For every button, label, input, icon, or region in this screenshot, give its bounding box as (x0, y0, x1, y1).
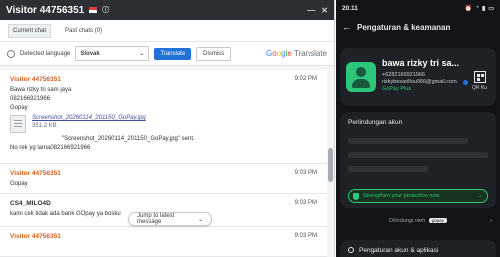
strengthen-protection-button[interactable]: Strengthen your protection now → (348, 189, 488, 203)
message-time: 9:03 PM (294, 233, 317, 239)
message-text: Bawa rizky tri sam jaya (10, 87, 72, 93)
dismiss-button[interactable]: Dismiss (196, 46, 232, 61)
language-select[interactable]: Slovak ⌄ (75, 46, 150, 61)
attachment-name[interactable]: Screenshot_20260114_201150_GoPay.jpg (32, 115, 146, 121)
profile-tier: GoPay Plus (382, 86, 412, 92)
strengthen-label: Strengthen your protection now (363, 193, 440, 199)
settings-row-label: Pengaturan akun & aplikasi (359, 246, 439, 254)
message-item: Visitor 44756351 9:03 PM (0, 227, 327, 257)
message-sender: CS4_MILO4D (10, 199, 51, 207)
screen-title: Pengaturan & keamanan (357, 22, 451, 32)
qr-code-icon[interactable] (474, 71, 486, 83)
powered-by-label: Dilindungi oleh (389, 218, 426, 224)
message-sender: Visitor 44756351 (10, 75, 61, 83)
message-sender: Visitor 44756351 (10, 169, 61, 177)
profile-card[interactable]: bawa rizky tri sa... +6282166921966 rizk… (340, 48, 496, 106)
message-text: 082166921966 (10, 96, 51, 102)
file-icon (10, 115, 26, 133)
back-arrow-icon[interactable]: ← (342, 22, 351, 32)
powered-by: Dilindungi oleh gopay › (336, 218, 500, 224)
message-time: 9:03 PM (294, 200, 317, 206)
chat-header: Visitor 44756351 ⓘ — ✕ (0, 0, 334, 20)
flag-icon (89, 7, 98, 13)
settings-row[interactable]: Pengaturan akun & aplikasi (340, 240, 496, 257)
close-icon[interactable]: ✕ (321, 6, 328, 15)
chevron-down-icon: ⌄ (197, 216, 203, 223)
message-text: Gopay (10, 105, 28, 111)
translate-bar: Detected language Slovak ⌄ Translate Dis… (0, 42, 334, 66)
message-header: Visitor 44756351 9:03 PM (10, 168, 317, 178)
chevron-right-icon: › (490, 218, 492, 224)
globe-icon (7, 49, 15, 58)
detected-language-label: Detected language (20, 50, 71, 57)
chat-tabs: Current chat Past chats (0) (0, 20, 334, 42)
chat-title: Visitor 44756351 (6, 4, 85, 16)
profile-email: rizkybesarillou066@gmail.com (382, 79, 457, 85)
chat-window: Visitor 44756351 ⓘ — ✕ Current chat Past… (0, 0, 335, 257)
message-item: Visitor 44756351 9:02 PM Bawa rizky tri … (0, 70, 327, 164)
info-icon[interactable]: ⓘ (102, 5, 109, 15)
gear-icon (348, 247, 354, 253)
attachment-sent-notice: "Screenshot_20260114_201150_GoPay.jpg" s… (62, 136, 195, 142)
wifi-icon: ◔ (475, 4, 480, 11)
message-text: No rek yg lama082166921966 (10, 145, 91, 151)
message-item: Visitor 44756351 9:03 PM Gopay (0, 164, 327, 194)
minimize-icon[interactable]: — (307, 6, 315, 15)
scrollbar-thumb[interactable] (328, 148, 333, 182)
skeleton-line (348, 138, 468, 144)
shield-icon (353, 192, 359, 200)
message-scrollbar[interactable] (327, 70, 334, 257)
phone-screenshot: 20.11 ⏰ ◔ ▮ ▭ ← Pengaturan & keamanan ba… (336, 0, 500, 257)
message-sender: Visitor 44756351 (10, 232, 61, 240)
attachment-size: 351.2 KB (32, 123, 57, 129)
header-icons: ⓘ (102, 5, 109, 15)
signal-icon: ▮ (482, 5, 486, 12)
system-icons: ⏰ ◔ ▮ ▭ (465, 5, 494, 12)
tab-current-chat[interactable]: Current chat (8, 23, 52, 38)
attachment-info: Screenshot_20260114_201150_GoPay.jpg 351… (32, 115, 146, 129)
message-time: 9:03 PM (294, 170, 317, 176)
verified-icon (463, 80, 468, 85)
phone-status-bar: 20.11 ⏰ ◔ ▮ ▭ (336, 0, 500, 16)
message-header: Visitor 44756351 9:03 PM (10, 231, 317, 241)
jump-to-latest-button[interactable]: Jump to latest message ⌄ (128, 212, 212, 226)
phone-time: 20.11 (342, 4, 358, 12)
chevron-down-icon: ⌄ (139, 51, 145, 57)
battery-icon: ▭ (488, 5, 494, 12)
tab-past-chats[interactable]: Past chats (0) (61, 25, 106, 37)
message-header: CS4_MILO4D 9:03 PM (10, 198, 317, 208)
screen: Visitor 44756351 ⓘ — ✕ Current chat Past… (0, 0, 500, 257)
message-header: Visitor 44756351 9:02 PM (10, 74, 317, 84)
qr-label[interactable]: QR Ku (472, 85, 487, 91)
skeleton-line (348, 166, 428, 172)
message-time: 9:02 PM (294, 76, 317, 82)
language-value: Slovak (80, 50, 100, 57)
window-controls: — ✕ (307, 6, 328, 15)
protection-title: Perlindungan akun (348, 119, 403, 126)
message-list[interactable]: Visitor 44756351 9:02 PM Bawa rizky tri … (0, 70, 327, 257)
skeleton-line (348, 152, 488, 158)
attachment[interactable]: Screenshot_20260114_201150_GoPay.jpg 351… (10, 115, 317, 133)
profile-name: bawa rizky tri sa... (382, 58, 460, 68)
phone-app-bar: ← Pengaturan & keamanan (336, 16, 500, 38)
message-text: Gopay (10, 181, 28, 187)
translate-button[interactable]: Translate (154, 47, 192, 60)
alarm-icon: ⏰ (464, 5, 473, 12)
powered-badge: gopay (428, 218, 447, 223)
avatar (346, 62, 376, 92)
arrow-right-icon: → (477, 193, 483, 199)
jump-label: Jump to latest message (137, 213, 175, 225)
google-translate-logo: Google Translate (266, 49, 327, 58)
profile-phone: +6282166921966 (382, 72, 425, 78)
account-protection-card: Perlindungan akun Strengthen your protec… (340, 112, 496, 208)
